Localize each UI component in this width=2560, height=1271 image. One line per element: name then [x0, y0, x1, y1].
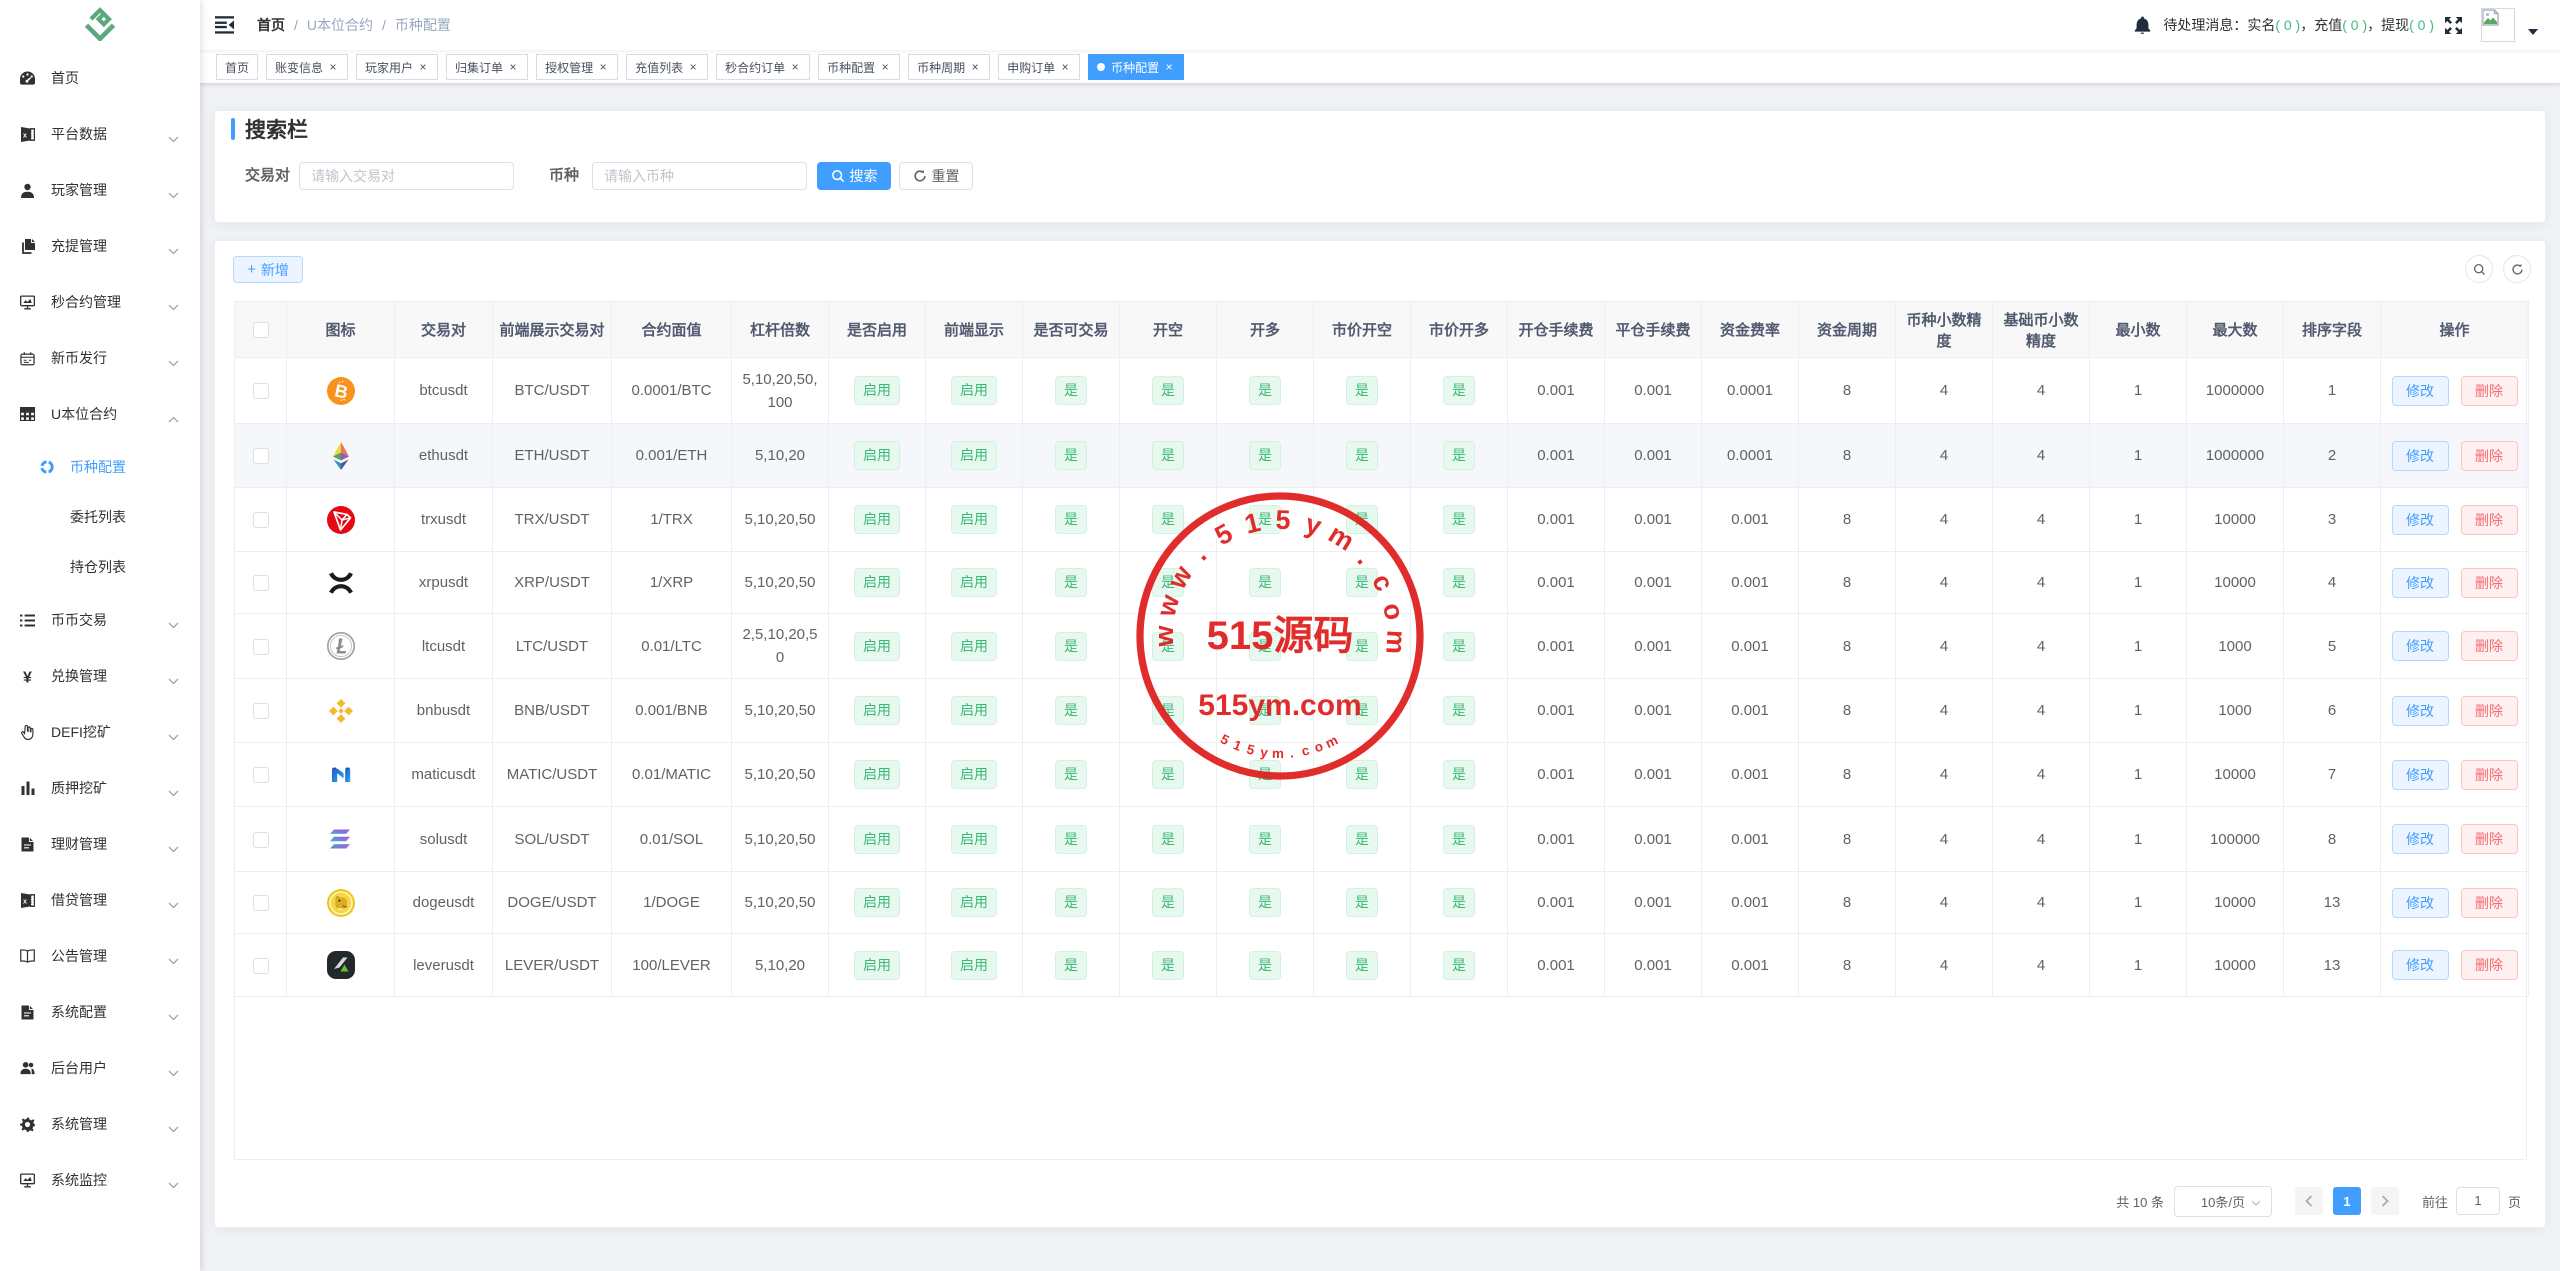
- svg-text:1: 1: [1242, 507, 1264, 540]
- svg-text:y: y: [1259, 745, 1269, 761]
- svg-text:.: .: [1186, 540, 1212, 567]
- svg-text:o: o: [1312, 739, 1325, 756]
- svg-text:m: m: [1272, 746, 1284, 761]
- svg-text:c: c: [1366, 569, 1400, 596]
- svg-text:x: x: [23, 898, 27, 905]
- svg-text:5: 5: [1218, 731, 1232, 748]
- svg-text:m: m: [1323, 519, 1359, 557]
- svg-text:5: 5: [1245, 742, 1257, 759]
- svg-text:y: y: [1302, 508, 1325, 541]
- svg-text:515源码: 515源码: [1207, 614, 1354, 658]
- svg-text:¥: ¥: [23, 669, 32, 684]
- svg-text:1: 1: [1231, 737, 1244, 754]
- svg-text:m: m: [1380, 629, 1411, 655]
- svg-text:5: 5: [1210, 518, 1238, 552]
- svg-text:w: w: [1151, 591, 1186, 621]
- svg-text:.: .: [1289, 745, 1294, 760]
- svg-text:w: w: [1149, 625, 1179, 648]
- svg-text:5: 5: [1275, 505, 1291, 535]
- svg-text:515ym.com: 515ym.com: [1198, 689, 1361, 722]
- svg-text:o: o: [1377, 600, 1410, 622]
- svg-text:x: x: [23, 132, 27, 139]
- svg-text:c: c: [1300, 742, 1311, 758]
- svg-text:m: m: [1323, 732, 1340, 751]
- svg-text:w: w: [1161, 560, 1199, 595]
- svg-text:.: .: [1352, 544, 1379, 570]
